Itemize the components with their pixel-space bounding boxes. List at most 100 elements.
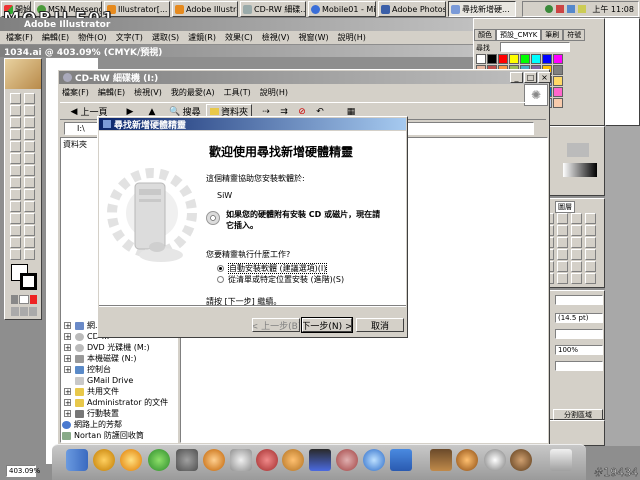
option-manual-install[interactable]: 從清單或特定位置安裝 (進階)(S) [217,274,344,285]
menu-object[interactable]: 物件(O) [78,32,107,43]
wizard-next-button[interactable]: 下一步(N) > [301,317,353,333]
tool-button[interactable] [10,189,21,200]
tool-button[interactable] [10,249,21,260]
msn-buddies-icon[interactable] [148,449,170,471]
paint-brush-icon[interactable] [256,449,278,471]
basket-icon[interactable] [282,449,304,471]
menu-select[interactable]: 選取(S) [152,32,179,43]
layer-option-button[interactable] [571,237,582,248]
tool-button[interactable] [24,117,35,128]
menu-tools[interactable]: 工具(T) [224,87,251,98]
layer-option-button[interactable] [585,225,596,236]
baseline-field[interactable] [555,361,603,371]
tool-button[interactable] [24,213,35,224]
winamp-icon[interactable] [93,449,115,471]
task-mobile01[interactable]: Mobile01 - Mi... [308,1,376,17]
menu-view[interactable]: 檢視(V) [134,87,162,98]
tray-icon[interactable] [556,5,565,13]
tray-icon[interactable] [578,5,587,13]
safari-compass-icon[interactable] [363,449,385,471]
color-swatch[interactable] [553,87,563,97]
tool-button[interactable] [10,165,21,176]
tracking-field[interactable] [555,329,603,339]
tray-icon[interactable] [567,5,576,13]
font-dropdown[interactable] [555,295,603,305]
tree-item[interactable]: + 控制台 [64,364,111,375]
radio-manual-install[interactable] [217,276,224,283]
layer-option-button[interactable] [557,249,568,260]
layer-option-button[interactable] [557,213,568,224]
maximize-button[interactable]: □ [524,72,537,83]
sun-icon[interactable] [120,449,142,471]
tool-button[interactable] [10,105,21,116]
tree-item[interactable]: GMail Drive [75,375,133,386]
tree-item[interactable]: + 共用文件 [64,386,119,397]
minimize-button[interactable]: _ [510,72,523,83]
tool-button[interactable] [24,201,35,212]
color-swatch[interactable] [531,54,541,64]
screen-mode-buttons[interactable] [11,307,37,316]
tool-button[interactable] [10,213,21,224]
task-adobe-illustrator[interactable]: Adobe Illustrator [172,1,238,17]
tree-item[interactable]: + 行動裝置 [64,408,119,419]
layer-option-button[interactable] [557,261,568,272]
tree-item[interactable]: + Administrator 的文件 [64,397,168,408]
tool-button[interactable] [24,105,35,116]
tool-button[interactable] [24,165,35,176]
stroke-weight-field[interactable]: (14.5 pt) [555,313,603,323]
tab-cmyk-swatches[interactable]: 預設_CMYK [496,29,542,41]
layer-option-button[interactable] [557,273,568,284]
tray-icon[interactable] [545,5,554,13]
tab-color[interactable]: 顏色 [474,29,496,41]
swatch-panel-scrollbar[interactable] [605,18,640,126]
monkey-icon[interactable] [510,449,532,471]
layer-option-button[interactable] [585,249,596,260]
layer-option-button[interactable] [585,273,596,284]
color-mode-buttons[interactable] [11,295,37,304]
tool-button[interactable] [24,177,35,188]
color-swatch[interactable] [498,54,508,64]
figure-icon[interactable] [176,449,198,471]
tree-item[interactable]: 網路上的芳鄰 [62,419,122,430]
radio-auto-install[interactable] [217,265,224,272]
tool-button[interactable] [24,129,35,140]
layer-option-button[interactable] [585,213,596,224]
menu-effect[interactable]: 效果(C) [225,32,253,43]
layer-option-button[interactable] [571,213,582,224]
tool-button[interactable] [10,237,21,248]
ipod-icon[interactable] [230,449,252,471]
layer-option-button[interactable] [571,273,582,284]
robot-icon[interactable] [336,449,358,471]
tool-button[interactable] [10,129,21,140]
tool-button[interactable] [24,141,35,152]
option-auto-install[interactable]: 自動安裝軟體 (建議選項)(I) [217,263,328,274]
menu-help[interactable]: 說明(H) [260,87,288,98]
menu-edit[interactable]: 編輯(E) [42,32,69,43]
tab-brushes[interactable]: 筆刷 [541,29,564,41]
color-swatch[interactable] [553,54,563,64]
layers-tab[interactable]: 圖層 [555,201,575,213]
tool-button[interactable] [10,141,21,152]
tool-button[interactable] [10,93,21,104]
photo-icon[interactable] [430,449,452,471]
tool-button[interactable] [10,177,21,188]
menu-edit[interactable]: 編輯(E) [98,87,125,98]
trash-icon[interactable] [550,449,572,471]
menu-help[interactable]: 說明(H) [338,32,366,43]
wizard-back-button[interactable]: < 上一步(B) [252,318,300,332]
tab-symbols[interactable]: 符號 [563,29,586,41]
layer-option-button[interactable] [571,261,582,272]
gradient-bar[interactable] [563,163,597,177]
tool-button[interactable] [10,201,21,212]
color-swatch[interactable] [542,54,552,64]
color-swatch[interactable] [553,98,563,108]
menu-view[interactable]: 檢視(V) [262,32,290,43]
tool-button[interactable] [24,237,35,248]
menu-type[interactable]: 文字(T) [116,32,143,43]
task-adobe-photoshop[interactable]: Adobe Photos... [378,1,446,17]
color-swatch[interactable] [520,54,530,64]
color-swatch[interactable] [553,76,563,86]
clock-icon[interactable] [484,449,506,471]
task-found-new-hardware[interactable]: 尋找新增硬... [448,1,516,17]
tool-button[interactable] [10,225,21,236]
